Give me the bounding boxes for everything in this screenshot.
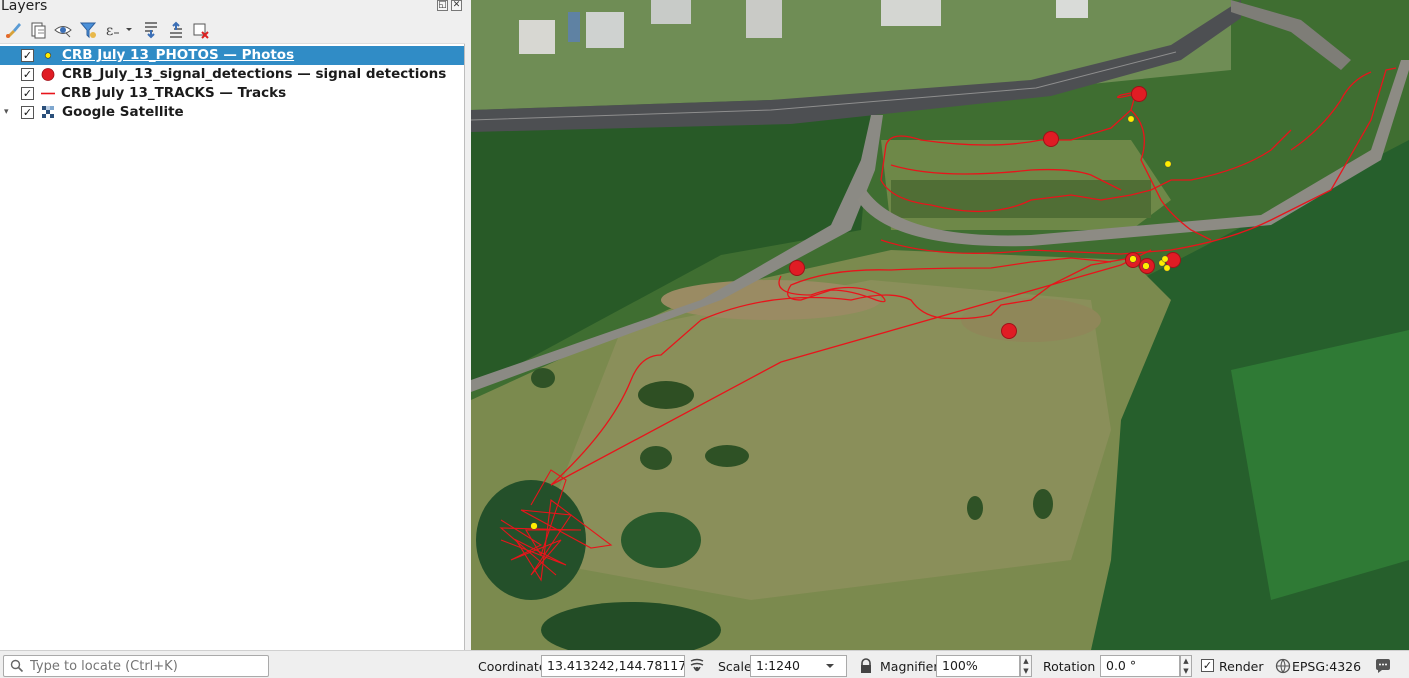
detection-points [789, 86, 1181, 339]
photo-point[interactable] [1163, 264, 1171, 272]
filter-expression-icon[interactable]: ε [104, 20, 136, 40]
expand-arrow-icon[interactable]: ▾ [4, 107, 14, 117]
map-canvas[interactable] [471, 0, 1409, 650]
detection-point[interactable] [1001, 323, 1017, 339]
layers-panel: Layers ◱ ✕ ε ✓ CRB July 13_PHOTOS — Phot… [0, 0, 465, 650]
magnifier-field[interactable]: 100% [936, 655, 1020, 677]
map-overlay [499, 67, 1397, 582]
chevron-down-icon[interactable] [825, 661, 835, 671]
layer-visibility-checkbox[interactable]: ✓ [21, 49, 34, 62]
magnifier-label: Magnifier [880, 659, 939, 674]
track-lines [550, 67, 1397, 486]
lock-icon[interactable] [857, 657, 875, 675]
filter-icon[interactable] [78, 20, 98, 40]
layer-visibility-checkbox[interactable]: ✓ [21, 106, 34, 119]
layer-label: CRB July 13_PHOTOS — Photos [62, 47, 295, 63]
detection-point[interactable] [1131, 86, 1147, 102]
layer-item-tracks[interactable]: ✓ CRB July 13_TRACKS — Tracks [0, 84, 464, 103]
layer-label: Google Satellite [62, 104, 184, 120]
layer-item-google-satellite[interactable]: ▾ ✓ Google Satellite [0, 103, 464, 122]
track-cluster [499, 469, 613, 582]
layer-visibility-checkbox[interactable]: ✓ [21, 68, 34, 81]
layer-item-signal-detections[interactable]: ✓ CRB_July_13_signal_detections — signal… [0, 65, 464, 84]
detection-point[interactable] [789, 260, 805, 276]
collapse-all-icon[interactable] [166, 20, 186, 40]
photo-point[interactable] [1164, 160, 1172, 168]
globe-icon[interactable] [1274, 657, 1292, 675]
scale-label: Scale [718, 659, 752, 674]
raster-icon [40, 105, 56, 120]
rotation-spinner[interactable]: ▲ ▼ [1180, 655, 1192, 677]
search-icon [10, 659, 24, 673]
float-panel-button[interactable]: ◱ [437, 0, 448, 11]
detection-point[interactable] [1043, 131, 1059, 147]
add-group-icon[interactable] [28, 20, 48, 40]
layers-toolbar: ε [0, 14, 465, 44]
red-line-icon [40, 86, 56, 101]
coordinate-label: Coordinate [478, 659, 547, 674]
messages-icon[interactable] [1374, 657, 1392, 675]
crs-label[interactable]: EPSG:4326 [1292, 659, 1361, 674]
status-bar: Coordinate 13.413242,144.781175 Scale 1:… [0, 650, 1409, 678]
photo-point[interactable] [1127, 115, 1135, 123]
render-checkbox[interactable]: ✓ [1201, 659, 1214, 672]
remove-layer-icon[interactable] [191, 20, 211, 40]
svg-text:ε: ε [106, 23, 113, 39]
toggle-extents-icon[interactable] [688, 657, 706, 675]
style-brush-icon[interactable] [4, 20, 24, 40]
visibility-eye-icon[interactable] [53, 20, 73, 40]
expand-all-icon[interactable] [141, 20, 161, 40]
layer-label: CRB July 13_TRACKS — Tracks [61, 85, 287, 101]
rotation-field[interactable]: 0.0 ° [1100, 655, 1180, 677]
photo-points [530, 115, 1172, 530]
layer-label: CRB_July_13_signal_detections — signal d… [62, 66, 447, 82]
magnifier-spinner[interactable]: ▲ ▼ [1020, 655, 1032, 677]
panel-title: Layers [1, 0, 48, 14]
rotation-label: Rotation [1043, 659, 1096, 674]
panel-title-bar: Layers ◱ ✕ [0, 0, 465, 14]
coordinate-field[interactable]: 13.413242,144.781175 [541, 655, 685, 677]
photo-point[interactable] [1142, 262, 1150, 270]
yellow-point-icon [40, 48, 56, 63]
locator-input[interactable] [30, 657, 266, 675]
photo-point[interactable] [530, 522, 538, 530]
locator-bar[interactable] [3, 655, 269, 677]
layer-visibility-checkbox[interactable]: ✓ [21, 87, 34, 100]
photo-point[interactable] [1161, 255, 1169, 263]
render-label: Render [1219, 659, 1264, 674]
red-circle-icon [40, 67, 56, 82]
close-panel-button[interactable]: ✕ [451, 0, 462, 11]
layer-item-photos[interactable]: ✓ CRB July 13_PHOTOS — Photos [0, 46, 464, 65]
photo-point[interactable] [1129, 255, 1137, 263]
